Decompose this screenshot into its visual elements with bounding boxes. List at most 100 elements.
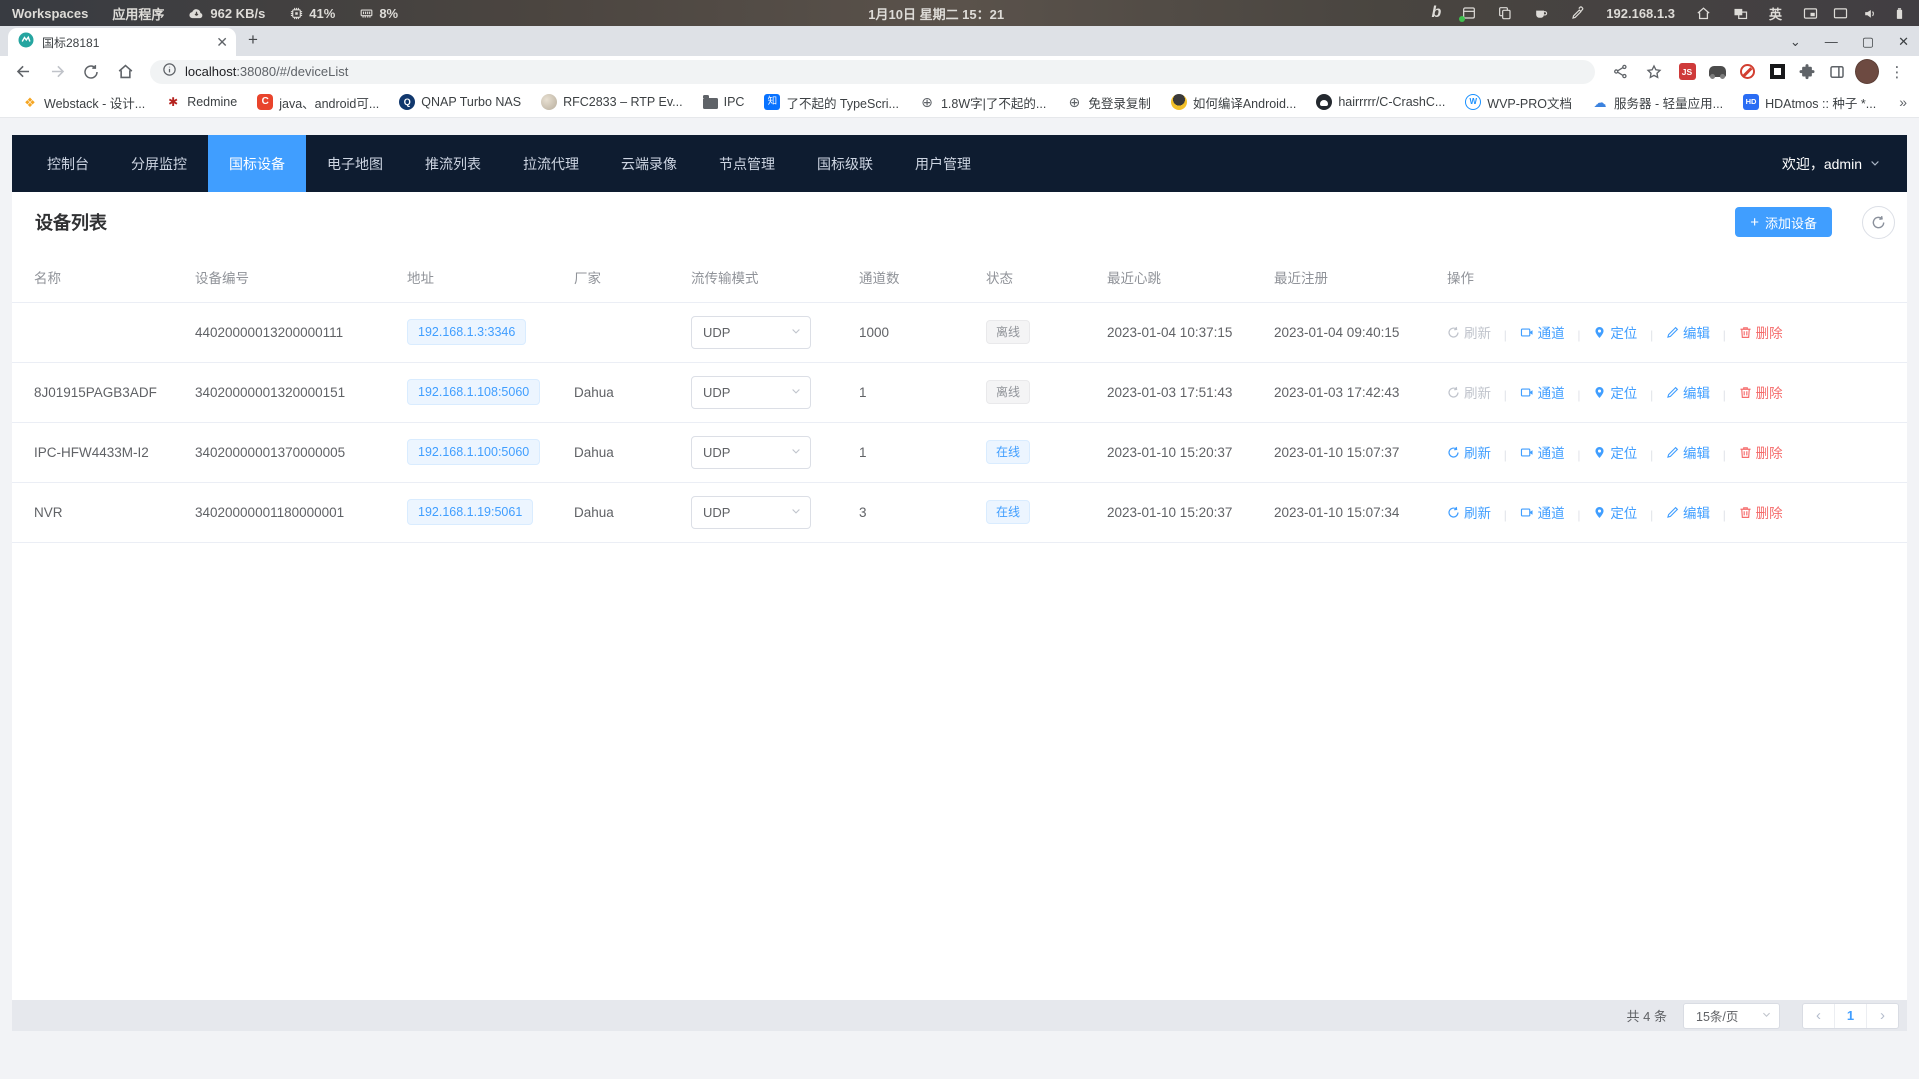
extensions-puzzle-icon[interactable]: [1795, 60, 1819, 84]
bookmark-item[interactable]: ⊕免登录复制: [1058, 90, 1159, 115]
adblock-extension-icon[interactable]: [1735, 60, 1759, 84]
app-indicator-icon[interactable]: [1461, 5, 1477, 21]
workspaces-button[interactable]: Workspaces: [12, 6, 88, 21]
page-size-select[interactable]: 15条/页: [1683, 1003, 1780, 1029]
current-page[interactable]: 1: [1834, 1004, 1867, 1028]
workspaces-tray-icon[interactable]: [1732, 5, 1749, 22]
locate-action[interactable]: 定位: [1593, 442, 1637, 462]
col-operations: 操作: [1425, 252, 1907, 302]
delete-action[interactable]: 删除: [1739, 502, 1783, 522]
bookmarks-overflow-icon[interactable]: »: [1899, 94, 1907, 110]
locate-action[interactable]: 定位: [1593, 382, 1637, 402]
tab-close-icon[interactable]: ✕: [216, 35, 228, 49]
nav-item-7[interactable]: 云端录像: [600, 135, 698, 192]
edit-action[interactable]: 编辑: [1666, 382, 1710, 402]
delete-action[interactable]: 删除: [1739, 322, 1783, 342]
bookmark-item[interactable]: ✱Redmine: [157, 91, 245, 113]
bookmark-item[interactable]: ❖Webstack - 设计...: [14, 90, 153, 115]
clock[interactable]: 1月10日 星期二 15：21: [868, 4, 1004, 23]
site-info-icon[interactable]: [162, 62, 177, 82]
nav-item-1[interactable]: 控制台: [26, 135, 110, 192]
bookmark-item[interactable]: RFC2833 – RTP Ev...: [533, 91, 691, 113]
next-page-button[interactable]: ›: [1867, 1004, 1898, 1028]
channels-action[interactable]: 通道: [1520, 442, 1565, 462]
channels-action[interactable]: 通道: [1520, 382, 1565, 402]
color-picker-tray-icon[interactable]: [1570, 5, 1586, 21]
edit-action[interactable]: 编辑: [1666, 322, 1710, 342]
col-address: 地址: [385, 252, 552, 302]
add-device-button[interactable]: + 添加设备: [1735, 207, 1832, 237]
bookmark-item[interactable]: HDHDAtmos :: 种子 *...: [1735, 90, 1884, 115]
channels-action[interactable]: 通道: [1520, 322, 1565, 342]
profile-avatar[interactable]: [1855, 60, 1879, 84]
window-close-icon[interactable]: ✕: [1898, 35, 1909, 48]
refresh-action[interactable]: 刷新: [1447, 502, 1491, 522]
refresh-action[interactable]: 刷新: [1447, 322, 1491, 342]
applications-menu[interactable]: 应用程序: [112, 4, 164, 23]
nav-item-2[interactable]: 分屏监控: [110, 135, 208, 192]
screenshot-extension-icon[interactable]: [1765, 60, 1789, 84]
locate-action[interactable]: 定位: [1593, 502, 1637, 522]
nav-item-10[interactable]: 用户管理: [894, 135, 992, 192]
bookmark-item[interactable]: ⊕1.8W字|了不起的...: [911, 90, 1054, 115]
bookmark-item[interactable]: Cjava、android可...: [249, 90, 387, 115]
input-method-indicator[interactable]: 英: [1769, 4, 1782, 23]
nav-item-5[interactable]: 推流列表: [404, 135, 502, 192]
share-icon[interactable]: [1607, 59, 1633, 85]
bookmark-item[interactable]: hairrrrr/C-CrashC...: [1308, 91, 1453, 113]
stream-mode-select[interactable]: UDP: [691, 316, 811, 349]
address-bar[interactable]: localhost:38080/#/deviceList: [150, 60, 1595, 84]
bookmark-item[interactable]: QQNAP Turbo NAS: [391, 91, 529, 113]
screen-share-icon[interactable]: [1802, 5, 1819, 22]
nav-item-9[interactable]: 国标级联: [796, 135, 894, 192]
bing-tray-icon[interactable]: b: [1432, 5, 1442, 21]
bookmark-item[interactable]: 知了不起的 TypeScri...: [756, 90, 907, 115]
clipboard-tray-icon[interactable]: [1497, 5, 1513, 21]
browser-tab[interactable]: 国标28181 ✕: [8, 28, 236, 56]
reload-icon[interactable]: [78, 59, 104, 85]
js-extension-icon[interactable]: JS: [1675, 60, 1699, 84]
status-cell: 离线: [964, 302, 1085, 362]
home-icon[interactable]: [112, 59, 138, 85]
window-maximize-icon[interactable]: ▢: [1862, 35, 1874, 48]
channels-action[interactable]: 通道: [1520, 502, 1565, 522]
nav-item-4[interactable]: 电子地图: [306, 135, 404, 192]
nav-item-6[interactable]: 拉流代理: [502, 135, 600, 192]
browser-menu-icon[interactable]: ⋮: [1885, 60, 1909, 84]
side-panel-icon[interactable]: [1825, 60, 1849, 84]
forward-icon[interactable]: [44, 59, 70, 85]
chevron-down-icon: [790, 385, 802, 400]
home-tray-icon[interactable]: [1695, 5, 1712, 22]
refresh-action[interactable]: 刷新: [1447, 382, 1491, 402]
new-tab-button[interactable]: +: [248, 31, 258, 48]
delete-action[interactable]: 删除: [1739, 382, 1783, 402]
edit-action[interactable]: 编辑: [1666, 442, 1710, 462]
nav-item-8[interactable]: 节点管理: [698, 135, 796, 192]
caffeine-tray-icon[interactable]: [1533, 5, 1550, 22]
bookmark-item[interactable]: WWVP-PRO文档: [1457, 90, 1580, 115]
manufacturer-cell: Dahua: [552, 422, 669, 482]
bookmark-item[interactable]: ☁服务器 - 轻量应用...: [1584, 90, 1731, 115]
user-menu[interactable]: 欢迎，admin: [1782, 154, 1881, 174]
battery-icon[interactable]: [1892, 5, 1907, 22]
stream-mode-select[interactable]: UDP: [691, 376, 811, 409]
bookmark-star-icon[interactable]: [1641, 59, 1667, 85]
window-minimize-icon[interactable]: —: [1825, 35, 1838, 48]
edit-action[interactable]: 编辑: [1666, 502, 1710, 522]
delete-action[interactable]: 删除: [1739, 442, 1783, 462]
display-icon[interactable]: [1832, 5, 1849, 22]
car-extension-icon[interactable]: [1705, 60, 1729, 84]
stream-mode-select[interactable]: UDP: [691, 436, 811, 469]
locate-action[interactable]: 定位: [1593, 322, 1637, 342]
tab-search-icon[interactable]: ⌄: [1790, 35, 1801, 48]
back-icon[interactable]: [10, 59, 36, 85]
nav-item-3[interactable]: 国标设备: [208, 135, 306, 192]
prev-page-button[interactable]: ‹: [1803, 1004, 1834, 1028]
refresh-list-button[interactable]: [1862, 206, 1895, 239]
stream-mode-select[interactable]: UDP: [691, 496, 811, 529]
ip-address-indicator[interactable]: 192.168.1.3: [1606, 6, 1675, 21]
bookmark-item[interactable]: IPC: [695, 92, 753, 112]
bookmark-item[interactable]: 如何编译Android...: [1163, 90, 1305, 115]
refresh-action[interactable]: 刷新: [1447, 442, 1491, 462]
volume-icon[interactable]: [1862, 5, 1879, 22]
